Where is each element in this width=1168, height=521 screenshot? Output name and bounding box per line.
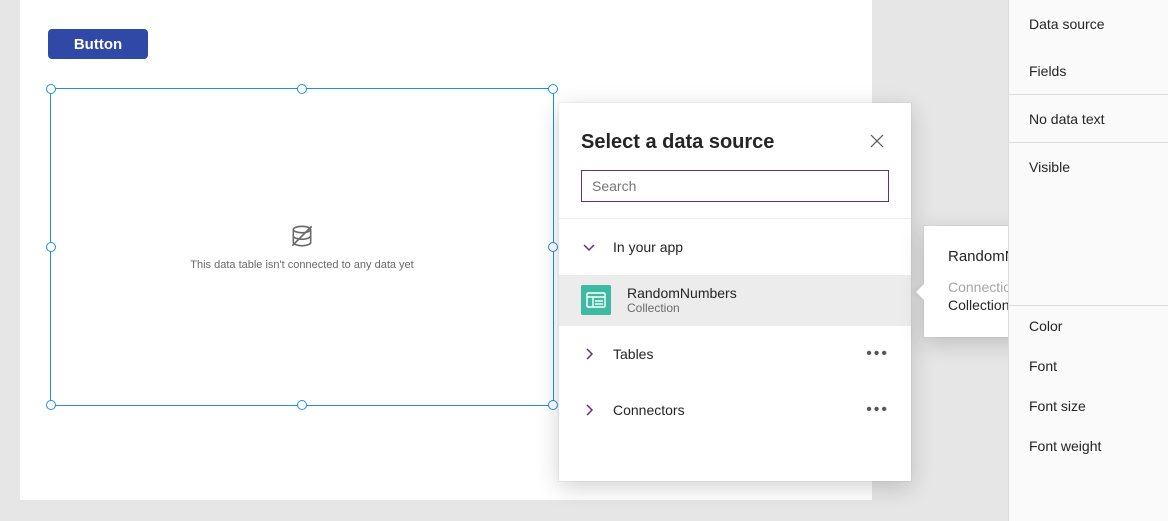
chevron-down-icon <box>581 239 597 255</box>
close-button[interactable] <box>865 129 889 156</box>
search-input[interactable] <box>581 170 889 202</box>
prop-color[interactable]: Color <box>1009 306 1168 346</box>
more-icon[interactable]: ••• <box>866 345 889 363</box>
prop-font-weight[interactable]: Font weight <box>1009 426 1168 466</box>
section-label: In your app <box>613 239 683 255</box>
close-icon <box>869 137 885 152</box>
search-wrapper <box>559 156 911 218</box>
prop-visible[interactable]: Visible <box>1009 143 1168 190</box>
section-in-your-app[interactable]: In your app <box>559 219 911 275</box>
more-icon[interactable]: ••• <box>866 401 889 419</box>
datatable-placeholder: This data table isn't connected to any d… <box>51 89 553 405</box>
spacer <box>1009 190 1168 305</box>
datatable-control-selected[interactable]: This data table isn't connected to any d… <box>50 88 554 406</box>
flyout-title: Select a data source <box>581 131 774 154</box>
section-connectors[interactable]: Connectors ••• <box>559 382 911 438</box>
prop-font-size[interactable]: Font size <box>1009 386 1168 426</box>
chevron-right-icon <box>581 402 597 418</box>
database-icon <box>289 223 315 249</box>
prop-fields[interactable]: Fields <box>1009 47 1168 94</box>
collection-icon <box>581 285 611 315</box>
select-data-source-panel: Select a data source In your app <box>559 103 911 481</box>
section-tables[interactable]: Tables ••• <box>559 326 911 382</box>
section-label: Connectors <box>613 402 685 418</box>
prop-no-data-text[interactable]: No data text <box>1009 95 1168 142</box>
properties-panel: Data source Fields No data text Visible … <box>1008 0 1168 521</box>
datasource-item-subtitle: Collection <box>627 301 737 315</box>
canvas-button-control[interactable]: Button <box>48 29 148 59</box>
prop-data-source[interactable]: Data source <box>1009 0 1168 47</box>
chevron-right-icon <box>581 346 597 362</box>
section-label: Tables <box>613 346 653 362</box>
datasource-item-name: RandomNumbers <box>627 285 737 301</box>
prop-font[interactable]: Font <box>1009 346 1168 386</box>
datasource-item-text: RandomNumbers Collection <box>627 285 737 315</box>
datasource-item-randomnumbers[interactable]: RandomNumbers Collection <box>559 275 911 325</box>
flyout-header: Select a data source <box>559 103 911 156</box>
datatable-empty-message: This data table isn't connected to any d… <box>190 259 413 271</box>
